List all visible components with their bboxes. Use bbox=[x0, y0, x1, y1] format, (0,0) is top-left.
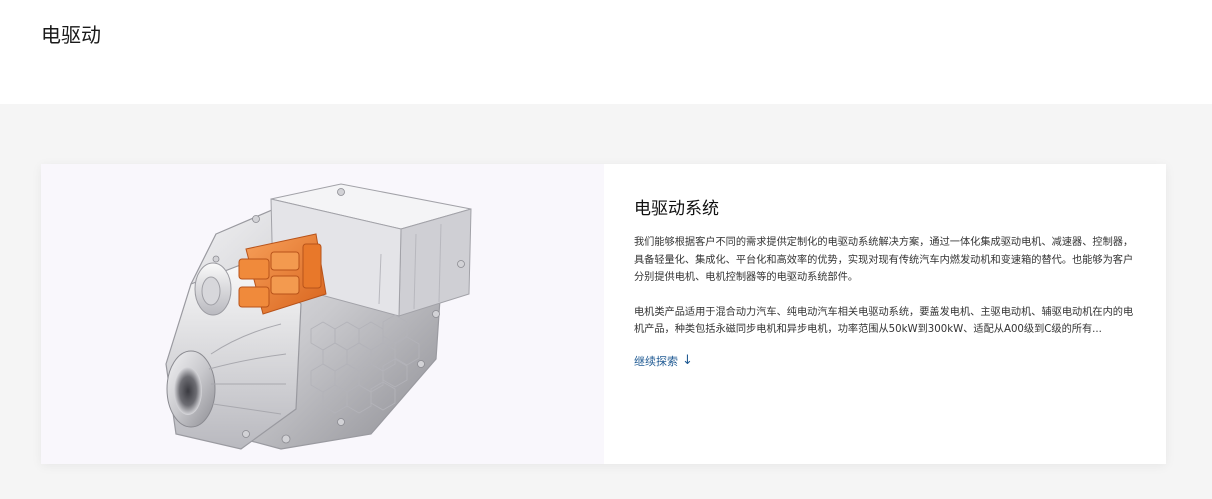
page-header: 电驱动 bbox=[0, 0, 1212, 104]
continue-explore-link[interactable]: 继续探索 ↓ bbox=[634, 353, 693, 369]
page-title: 电驱动 bbox=[41, 23, 101, 47]
motor-paragraph: 电机类产品适用于混合动力汽车、纯电动汽车相关电驱动系统，要盖发电机、主驱电动机、… bbox=[634, 306, 1134, 336]
card-title: 电驱动系统 bbox=[634, 199, 719, 219]
content-area: 电驱动系统 我们能够根据客户不同的需求提供定制化的电驱动系统解决方案，通过一体化… bbox=[0, 104, 1212, 499]
product-card: 电驱动系统 我们能够根据客户不同的需求提供定制化的电驱动系统解决方案，通过一体化… bbox=[41, 164, 1166, 464]
product-description: 电驱动系统 我们能够根据客户不同的需求提供定制化的电驱动系统解决方案，通过一体化… bbox=[604, 164, 1166, 464]
continue-explore-label: 继续探索 bbox=[634, 354, 678, 368]
product-image bbox=[41, 164, 604, 464]
electric-drive-unit-illustration bbox=[165, 183, 472, 450]
arrow-down-icon: ↓ bbox=[682, 353, 693, 368]
intro-paragraph: 我们能够根据客户不同的需求提供定制化的电驱动系统解决方案，通过一体化集成驱动电机… bbox=[634, 237, 1134, 283]
